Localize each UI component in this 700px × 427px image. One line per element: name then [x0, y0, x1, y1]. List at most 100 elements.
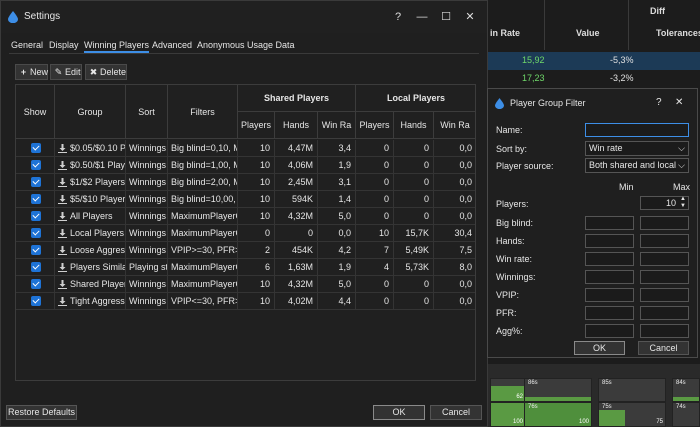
local-players-cell: 0	[356, 208, 394, 224]
col-shared-hands[interactable]: Hands	[275, 112, 318, 139]
show-checkbox[interactable]	[31, 279, 41, 289]
table-row[interactable]: $1/$2 PlayersWinningsBig blind=2,00, Ma1…	[16, 174, 475, 191]
range-max-input[interactable]	[640, 234, 689, 248]
show-checkbox[interactable]	[31, 296, 41, 306]
tab-general[interactable]: General	[11, 40, 43, 50]
pencil-icon: ✎	[54, 67, 63, 77]
cancel-button[interactable]: Cancel	[638, 341, 689, 355]
edit-button[interactable]: ✎ Edit	[50, 64, 82, 80]
range-max-input[interactable]	[640, 270, 689, 284]
col-local-players-count[interactable]: Players	[356, 112, 394, 139]
range-min-input[interactable]	[585, 216, 634, 230]
range-min-input[interactable]	[585, 234, 634, 248]
download-icon	[58, 246, 67, 256]
col-group[interactable]: Group	[55, 85, 126, 139]
new-button[interactable]: + New	[15, 64, 48, 80]
filters-cell: Big blind=1,00, Ma	[168, 157, 238, 173]
table-row[interactable]: Local PlayersWinningsMaximumPlayerCo000,…	[16, 225, 475, 242]
show-checkbox[interactable]	[31, 245, 41, 255]
range-min-input[interactable]	[585, 324, 634, 338]
local-win-rate-cell: 0,0	[434, 140, 475, 156]
col-shared-players-count[interactable]: Players	[238, 112, 275, 139]
show-checkbox[interactable]	[31, 160, 41, 170]
range-max-input[interactable]	[640, 216, 689, 230]
table-row[interactable]: Loose AggressiWinningsVPIP>=30, PFR>=245…	[16, 242, 475, 259]
col-sort[interactable]: Sort	[126, 85, 168, 139]
range-label: Big blind:	[496, 218, 534, 228]
restore-defaults-button[interactable]: Restore Defaults	[6, 405, 77, 420]
shared-hands-cell: 2,45M	[275, 174, 318, 190]
range-cell[interactable]: 76s 100	[524, 402, 592, 427]
col-show[interactable]: Show	[16, 85, 55, 139]
help-button[interactable]: ?	[387, 7, 409, 27]
col-tolerances[interactable]: Tolerances	[656, 28, 700, 38]
ok-button[interactable]: OK	[373, 405, 425, 420]
help-button[interactable]: ?	[656, 97, 662, 108]
show-checkbox[interactable]	[31, 194, 41, 204]
col-local-win-rate[interactable]: Win Ra	[434, 112, 475, 139]
table-row[interactable]: $0.50/$1 PlayeWinningsBig blind=1,00, Ma…	[16, 157, 475, 174]
col-win-rate[interactable]: in Rate	[490, 28, 520, 38]
player-source-select[interactable]: Both shared and local ⌵	[585, 158, 689, 173]
sort-by-select[interactable]: Win rate ⌵	[585, 141, 689, 156]
table-row[interactable]: Players SimilarPlaying stMaximumPlayerCo…	[16, 259, 475, 276]
table-row[interactable]: 15,92 -5,3%	[488, 52, 700, 70]
shared-hands-cell: 0	[275, 225, 318, 241]
table-row[interactable]: $5/$10 PlayersWinningsBig blind=10,00, M…	[16, 191, 475, 208]
range-min-input[interactable]	[585, 270, 634, 284]
range-cell[interactable]: 75s 75	[598, 402, 666, 427]
range-min-input[interactable]	[585, 288, 634, 302]
delete-button[interactable]: ✖ Delete	[85, 64, 127, 80]
range-cell[interactable]: 74s	[672, 402, 700, 427]
range-max-input[interactable]	[640, 288, 689, 302]
range-cell[interactable]: 100	[490, 402, 526, 427]
table-row[interactable]: $0.05/$0.10 PlaWinningsBig blind=0,10, M…	[16, 140, 475, 157]
download-icon	[58, 178, 67, 188]
title-bar[interactable]: Settings ? — ☐ ✕	[1, 1, 487, 33]
show-checkbox[interactable]	[31, 143, 41, 153]
tab-winning-players[interactable]: Winning Players	[84, 40, 150, 53]
stepper-arrows-icon[interactable]: ▲ ▼	[680, 196, 686, 210]
show-checkbox[interactable]	[31, 177, 41, 187]
local-players-cell: 0	[356, 191, 394, 207]
range-cell[interactable]: 84s	[672, 378, 700, 402]
range-min-input[interactable]	[585, 306, 634, 320]
shared-hands-cell: 4,47M	[275, 140, 318, 156]
minimize-button[interactable]: —	[411, 7, 433, 27]
players-max-stepper[interactable]: 10 ▲ ▼	[640, 196, 689, 210]
col-local-hands[interactable]: Hands	[394, 112, 434, 139]
show-checkbox[interactable]	[31, 211, 41, 221]
table-row[interactable]: Tight AggressiWinningsVPIP<=30, PFR>=104…	[16, 293, 475, 310]
name-input[interactable]	[585, 123, 689, 137]
shared-hands-cell: 1,63M	[275, 259, 318, 275]
show-cell	[16, 140, 55, 156]
tab-advanced[interactable]: Advanced	[152, 40, 192, 50]
range-cell[interactable]: 86s	[524, 378, 592, 402]
show-checkbox[interactable]	[31, 228, 41, 238]
col-value[interactable]: Value	[576, 28, 600, 38]
maximize-button[interactable]: ☐	[435, 7, 457, 27]
close-button[interactable]: ✕	[459, 7, 481, 27]
range-cell[interactable]: 62	[490, 378, 526, 402]
win-rate-value: 15,92	[522, 55, 545, 65]
close-button[interactable]: ✕	[675, 97, 683, 108]
shared-players-cell: 10	[238, 293, 275, 309]
range-max-input[interactable]	[640, 324, 689, 338]
tab-display[interactable]: Display	[49, 40, 79, 50]
range-max-input[interactable]	[640, 252, 689, 266]
cancel-button[interactable]: Cancel	[430, 405, 482, 420]
table-row[interactable]: Shared PlayersWinningsMaximumPlayerCo104…	[16, 276, 475, 293]
col-filters[interactable]: Filters	[168, 85, 238, 139]
table-row[interactable]: All PlayersWinningsMaximumPlayerCo104,32…	[16, 208, 475, 225]
shared-hands-cell: 4,32M	[275, 276, 318, 292]
show-checkbox[interactable]	[31, 262, 41, 272]
group-cell: Players Similar	[55, 259, 126, 275]
ok-button[interactable]: OK	[574, 341, 625, 355]
tab-anonymous-usage-data[interactable]: Anonymous Usage Data	[197, 40, 295, 50]
show-cell	[16, 259, 55, 275]
range-cell[interactable]: 85s	[598, 378, 666, 402]
col-shared-win-rate[interactable]: Win Ra	[318, 112, 356, 139]
range-max-input[interactable]	[640, 306, 689, 320]
table-row[interactable]: 17,23 -3,2%	[488, 70, 700, 88]
range-min-input[interactable]	[585, 252, 634, 266]
